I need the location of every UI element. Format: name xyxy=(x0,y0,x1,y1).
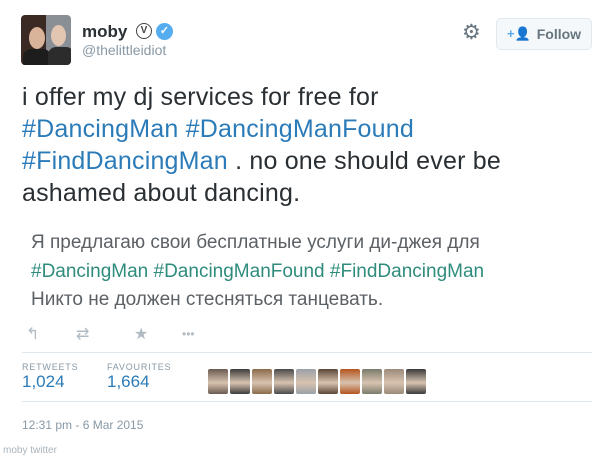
avatar-body xyxy=(23,49,51,65)
retweets-label: RETWEETS xyxy=(22,362,79,372)
favoriter-avatar[interactable] xyxy=(252,369,272,394)
favourites-count: 1,664 xyxy=(107,372,150,391)
tweet-timestamp[interactable]: 12:31 pm - 6 Mar 2015 xyxy=(22,418,143,432)
verified-icon: ✓ xyxy=(156,23,173,40)
tweet-line: i offer my dj services for free for xyxy=(22,83,379,111)
favorite-icon[interactable]: ★ xyxy=(134,324,148,344)
retweets-stat[interactable]: RETWEETS 1,024 xyxy=(22,362,78,392)
avatar-face xyxy=(51,25,66,46)
favoriter-avatar[interactable] xyxy=(406,369,426,394)
hashtag-link[interactable]: #DancingManFound xyxy=(186,115,414,143)
favoriter-avatar[interactable] xyxy=(296,369,316,394)
favoriter-avatar[interactable] xyxy=(362,369,382,394)
translation-hashtags: #DancingMan #DancingManFound #FindDancin… xyxy=(31,260,485,282)
v-logo-icon: V xyxy=(136,23,152,39)
avatar[interactable] xyxy=(21,15,71,65)
tweet-text: i offer my dj services for free for #Dan… xyxy=(22,81,592,209)
favoriter-avatar[interactable] xyxy=(384,369,404,394)
avatar-face xyxy=(29,27,45,49)
favoriter-avatar[interactable] xyxy=(208,369,228,394)
favoriter-avatar[interactable] xyxy=(274,369,294,394)
reply-icon[interactable]: ↰ xyxy=(26,324,39,344)
favoriter-avatar[interactable] xyxy=(230,369,250,394)
favourites-label: FAVOURITES xyxy=(107,362,172,372)
tweet-line: ashamed about dancing. xyxy=(22,179,301,207)
favoriter-avatar[interactable] xyxy=(318,369,338,394)
avatar-body xyxy=(48,47,71,65)
user-name[interactable]: moby xyxy=(82,22,127,42)
retweets-count: 1,024 xyxy=(22,372,65,391)
favoriter-avatars xyxy=(208,369,426,395)
translation-line: Никто не должен стесняться танцевать. xyxy=(31,289,384,310)
add-user-icon: +👤 xyxy=(506,26,531,41)
translation-line: Я предлагаю свои бесплатные услуги ди-дж… xyxy=(31,232,480,253)
translation-caption: Я предлагаю свои бесплатные услуги ди-дж… xyxy=(31,229,591,315)
favoriter-avatar[interactable] xyxy=(340,369,360,394)
tweet-text-fragment: . no one should ever be xyxy=(235,147,501,175)
follow-button[interactable]: +👤 Follow xyxy=(496,18,592,50)
user-handle[interactable]: @thelittleidiot xyxy=(82,42,166,58)
tweet-line: #FindDancingMan . no one should ever be xyxy=(22,145,592,177)
tweet-line: #DancingMan #DancingManFound xyxy=(22,113,592,145)
follow-button-label: Follow xyxy=(536,26,582,42)
image-watermark: moby twitter xyxy=(3,445,57,456)
more-icon[interactable]: ••• xyxy=(182,327,195,341)
hashtag-link[interactable]: #FindDancingMan xyxy=(22,147,228,175)
divider xyxy=(22,352,592,353)
gear-icon[interactable]: ⚙ xyxy=(462,22,481,43)
retweet-icon[interactable]: ⇄ xyxy=(76,324,89,344)
divider xyxy=(22,401,592,402)
favourites-stat[interactable]: FAVOURITES 1,664 xyxy=(107,362,171,392)
hashtag-link[interactable]: #DancingMan xyxy=(22,115,178,143)
